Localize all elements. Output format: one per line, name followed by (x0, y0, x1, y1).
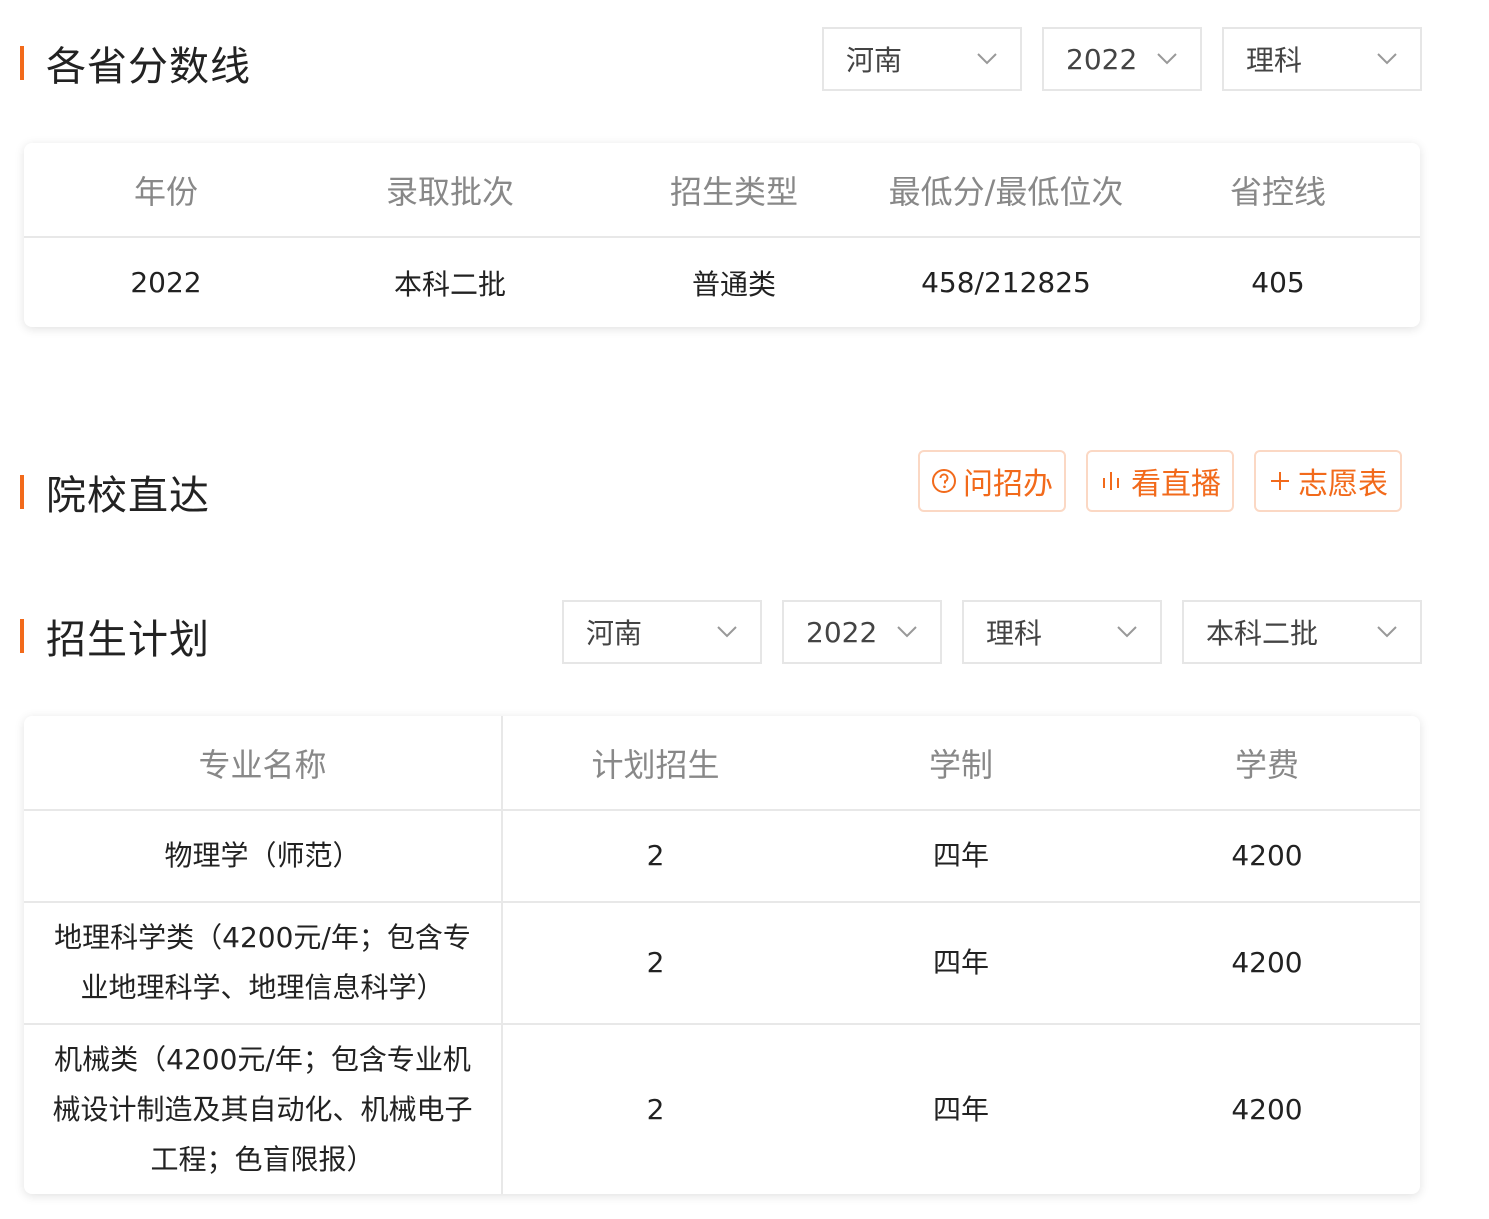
scores-subject-select[interactable]: 理科 (1222, 27, 1422, 91)
col-header-major: 专业名称 (24, 716, 503, 811)
col-header-type: 招生类型 (592, 143, 876, 238)
col-header-tuition: 学费 (1114, 716, 1420, 811)
table-header-row: 专业名称 计划招生 学制 学费 (24, 716, 1420, 811)
select-value: 理科 (986, 617, 1043, 650)
plan-section-title: 招生计划 (20, 607, 210, 665)
scores-table: 年份 录取批次 招生类型 最低分/最低位次 省控线 2022 本科二批 普通类 … (24, 143, 1420, 327)
cell-tuition: 4200 (1231, 1092, 1303, 1126)
col-header-control-line: 省控线 (1136, 143, 1420, 238)
cell-tuition: 4200 (1114, 810, 1420, 903)
chevron-down-icon (897, 626, 917, 638)
cell-duration: 四年 (808, 810, 1114, 903)
cell-type: 普通类 (691, 267, 776, 301)
select-value: 2022 (806, 615, 878, 649)
col-header-min-score: 最低分/最低位次 (876, 143, 1136, 238)
title-accent-bar (20, 619, 24, 653)
chevron-down-icon (977, 53, 997, 65)
scores-table-card: 年份 录取批次 招生类型 最低分/最低位次 省控线 2022 本科二批 普通类 … (24, 143, 1420, 327)
cell-plan-count: 2 (502, 902, 808, 1025)
select-value: 理科 (1246, 44, 1303, 77)
plan-title: 招生计划 (46, 617, 210, 663)
cell-major: 机械类（4200元/年；包含专业机械设计制造及其自动化、机械电子工程；色盲限报） (24, 1024, 503, 1194)
cell-plan-count: 2 (502, 810, 808, 903)
select-value: 河南 (586, 617, 643, 650)
scores-title: 各省分数线 (46, 44, 251, 90)
wish-list-label: 志愿表 (1298, 467, 1388, 502)
ask-admissions-button[interactable]: 问招办 (918, 450, 1066, 512)
cell-batch: 本科二批 (393, 267, 506, 301)
plan-batch-select[interactable]: 本科二批 (1182, 600, 1422, 664)
plan-table: 专业名称 计划招生 学制 学费 物理学（师范） 2 四年 4200 地理科学类（… (24, 716, 1420, 1194)
select-value: 2022 (1066, 42, 1138, 76)
direct-title: 院校直达 (46, 473, 210, 519)
watch-live-button[interactable]: 看直播 (1086, 450, 1234, 512)
cell-min-score: 458/212825 (921, 266, 1091, 299)
chevron-down-icon (1117, 626, 1137, 638)
scores-province-select[interactable]: 河南 (822, 27, 1022, 91)
title-accent-bar (20, 475, 24, 509)
select-value: 河南 (846, 44, 903, 77)
plan-subject-select[interactable]: 理科 (962, 600, 1162, 664)
cell-major: 物理学（师范） (24, 810, 503, 903)
cell-tuition: 4200 (1114, 902, 1420, 1025)
col-header-year: 年份 (24, 143, 308, 238)
col-header-duration: 学制 (808, 716, 1114, 811)
table-row: 物理学（师范） 2 四年 4200 (24, 810, 1420, 903)
ask-admissions-label: 问招办 (963, 467, 1053, 502)
cell-control-line: 405 (1251, 266, 1305, 299)
wish-list-button[interactable]: 志愿表 (1254, 450, 1402, 512)
chevron-down-icon (1157, 53, 1177, 65)
plan-table-card: 专业名称 计划招生 学制 学费 物理学（师范） 2 四年 4200 地理科学类（… (24, 716, 1420, 1194)
question-circle-icon (931, 468, 957, 494)
watch-live-label: 看直播 (1131, 467, 1221, 502)
chevron-down-icon (1377, 626, 1397, 638)
cell-year: 2022 (130, 266, 202, 299)
chevron-down-icon (1377, 53, 1397, 65)
title-accent-bar (20, 46, 24, 80)
cell-plan-count: 2 (646, 1092, 665, 1126)
table-header-row: 年份 录取批次 招生类型 最低分/最低位次 省控线 (24, 143, 1420, 238)
table-row: 机械类（4200元/年；包含专业机械设计制造及其自动化、机械电子工程；色盲限报）… (24, 1024, 1420, 1194)
plan-province-select[interactable]: 河南 (562, 600, 762, 664)
live-bars-icon (1099, 468, 1125, 494)
select-value: 本科二批 (1206, 617, 1319, 650)
cell-duration: 四年 (808, 902, 1114, 1025)
chevron-down-icon (717, 626, 737, 638)
plan-year-select[interactable]: 2022 (782, 600, 942, 664)
scores-year-select[interactable]: 2022 (1042, 27, 1202, 91)
col-header-plan-count: 计划招生 (502, 716, 808, 811)
col-header-batch: 录取批次 (308, 143, 592, 238)
scores-section-title: 各省分数线 (20, 34, 251, 92)
table-row: 2022 本科二批 普通类 458/212825 405 (24, 237, 1420, 327)
direct-section-title: 院校直达 (20, 463, 210, 521)
plus-icon (1268, 469, 1292, 493)
cell-duration: 四年 (932, 1092, 989, 1126)
table-row: 地理科学类（4200元/年；包含专业地理科学、地理信息科学） 2 四年 4200 (24, 902, 1420, 1025)
cell-major: 地理科学类（4200元/年；包含专业地理科学、地理信息科学） (24, 902, 503, 1025)
